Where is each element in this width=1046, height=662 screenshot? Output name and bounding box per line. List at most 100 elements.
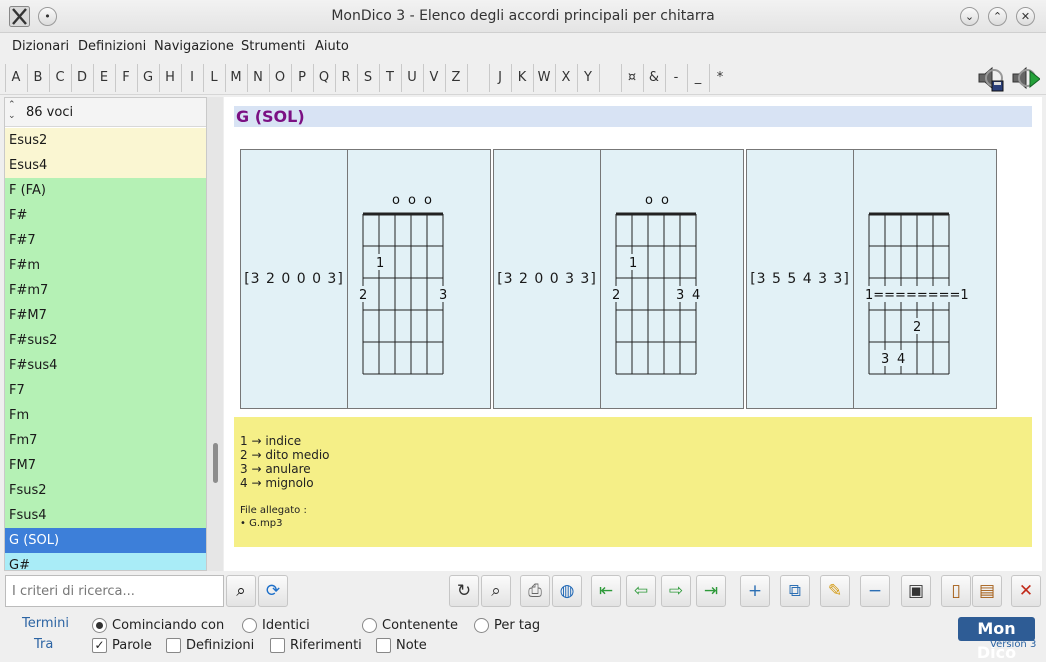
letter-button[interactable] (467, 64, 488, 92)
radio-identici[interactable] (242, 618, 257, 633)
letter-button[interactable]: P (291, 64, 312, 92)
last-entry-icon[interactable]: ⇥ (696, 575, 726, 607)
list-item[interactable]: FM7 (5, 453, 206, 478)
reload-icon[interactable]: ↻ (449, 575, 479, 607)
menu-aiuto[interactable]: Aiuto (315, 39, 349, 54)
legend-line: 4 → mignolo (240, 476, 314, 490)
scrollbar-thumb[interactable] (213, 443, 218, 483)
letter-button[interactable]: Q (313, 64, 334, 92)
list-item[interactable]: F#7 (5, 228, 206, 253)
letter-button[interactable]: A (5, 64, 26, 92)
radio-per-tag[interactable] (474, 618, 489, 633)
letter-button[interactable]: H (159, 64, 180, 92)
letter-button[interactable]: * (709, 64, 730, 92)
add-entry-icon[interactable]: + (740, 575, 770, 607)
letter-button[interactable]: O (269, 64, 290, 92)
chord-card-1: [3 2 0 0 0 3] o o o 1 2 3 (240, 149, 491, 409)
scrollbar-track[interactable] (207, 97, 223, 571)
search-input[interactable] (5, 575, 224, 607)
tools-icon[interactable]: ✕ (1011, 575, 1041, 607)
list-item-selected[interactable]: G (SOL) (5, 528, 206, 553)
letter-button[interactable]: B (27, 64, 48, 92)
maximize-button[interactable]: ⌃ (988, 7, 1007, 26)
field-label: Definizioni (186, 638, 255, 653)
list-item[interactable]: F#m7 (5, 278, 206, 303)
letter-button[interactable]: L (203, 64, 224, 92)
list-item[interactable]: F#sus2 (5, 328, 206, 353)
list-item[interactable]: F#m (5, 253, 206, 278)
letter-button[interactable] (599, 64, 620, 92)
search-icon[interactable]: ⌕ (226, 575, 256, 607)
books-icon[interactable]: ▤ (972, 575, 1002, 607)
list-item[interactable]: G# (5, 553, 206, 570)
list-item[interactable]: Fsus4 (5, 503, 206, 528)
letter-button[interactable]: I (181, 64, 202, 92)
letter-button[interactable]: Z (445, 64, 466, 92)
list-item[interactable]: Fm (5, 403, 206, 428)
duplicate-entry-icon[interactable]: ⧉ (780, 575, 810, 607)
attached-file-link[interactable]: • G.mp3 (240, 517, 1032, 530)
mondico-logo: Mon Dico (958, 617, 1035, 662)
letter-button[interactable]: J (489, 64, 510, 92)
count-spinner[interactable]: ⌃ ⌄ (8, 100, 20, 124)
letter-button[interactable]: ¤ (621, 64, 642, 92)
letter-button[interactable]: E (93, 64, 114, 92)
letter-button[interactable]: G (137, 64, 158, 92)
letter-button[interactable]: K (511, 64, 532, 92)
list-item[interactable]: F7 (5, 378, 206, 403)
letter-button[interactable]: U (401, 64, 422, 92)
chord-card-2: [3 2 0 0 3 3] o o 1 2 3 4 (493, 149, 744, 409)
edit-entry-icon[interactable]: ✎ (820, 575, 850, 607)
list-item[interactable]: Esus2 (5, 128, 206, 153)
letter-button[interactable]: _ (687, 64, 708, 92)
list-item[interactable]: Fm7 (5, 428, 206, 453)
letter-button[interactable]: N (247, 64, 268, 92)
radio-contenente[interactable] (362, 618, 377, 633)
checkbox-note[interactable] (376, 638, 391, 653)
zoom-icon[interactable]: ⌕ (481, 575, 511, 607)
menu-strumenti[interactable]: Strumenti (241, 39, 306, 54)
checkbox-definizioni[interactable] (166, 638, 181, 653)
menu-navigazione[interactable]: Navigazione (154, 39, 234, 54)
menu-definizioni[interactable]: Definizioni (78, 39, 146, 54)
letter-button[interactable]: M (225, 64, 246, 92)
list-item[interactable]: F (FA) (5, 178, 206, 203)
letter-button[interactable]: C (49, 64, 70, 92)
letter-button[interactable]: R (335, 64, 356, 92)
letter-button[interactable]: S (357, 64, 378, 92)
first-entry-icon[interactable]: ⇤ (591, 575, 621, 607)
letter-button[interactable]: - (665, 64, 686, 92)
attached-file-label: File allegato : (240, 505, 307, 516)
minimize-button[interactable]: ⌄ (960, 7, 979, 26)
letter-button[interactable]: F (115, 64, 136, 92)
book-icon[interactable]: ▯ (941, 575, 971, 607)
checkbox-parole[interactable]: ✓ (92, 638, 107, 653)
letter-button[interactable]: D (71, 64, 92, 92)
letter-button[interactable]: T (379, 64, 400, 92)
play-sound-icon[interactable] (1010, 63, 1040, 93)
list-item[interactable]: Fsus2 (5, 478, 206, 503)
finger-number: 2 (359, 288, 367, 303)
print-icon[interactable]: ⎙ (520, 575, 550, 607)
letter-button[interactable]: V (423, 64, 444, 92)
list-item[interactable]: F# (5, 203, 206, 228)
previous-entry-icon[interactable]: ⇦ (626, 575, 656, 607)
remove-entry-icon[interactable]: − (860, 575, 890, 607)
list-item[interactable]: F#sus4 (5, 353, 206, 378)
radio-cominciando-con[interactable] (92, 618, 107, 633)
letter-button[interactable]: W (533, 64, 554, 92)
list-item[interactable]: Esus4 (5, 153, 206, 178)
letter-button[interactable]: Y (577, 64, 598, 92)
menu-dizionari[interactable]: Dizionari (12, 39, 69, 54)
close-button[interactable]: ✕ (1016, 7, 1035, 26)
save-icon[interactable]: ▣ (901, 575, 931, 607)
letter-button[interactable]: X (555, 64, 576, 92)
next-entry-icon[interactable]: ⇨ (661, 575, 691, 607)
refresh-icon[interactable]: ⟳ (258, 575, 288, 607)
list-item[interactable]: F#M7 (5, 303, 206, 328)
save-sound-icon[interactable] (975, 63, 1005, 93)
letter-toolbar: A B C D E F G H I L M N O P Q R S T U V Z J K W X Y ¤ & - _ * (0, 61, 1046, 95)
letter-button[interactable]: & (643, 64, 664, 92)
checkbox-riferimenti[interactable] (270, 638, 285, 653)
web-icon[interactable]: ◍ (552, 575, 582, 607)
